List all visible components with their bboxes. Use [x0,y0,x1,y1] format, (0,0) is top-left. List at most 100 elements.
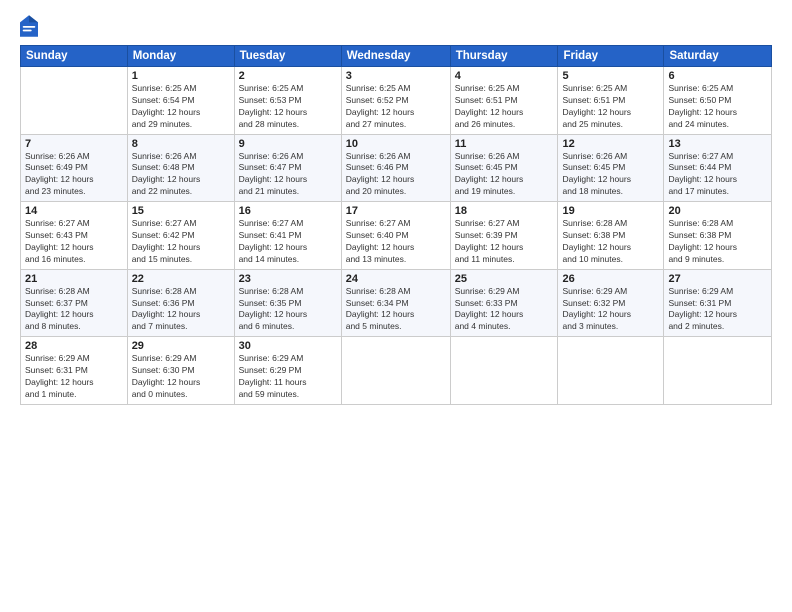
day-info: Sunrise: 6:28 AM Sunset: 6:38 PM Dayligh… [562,218,659,266]
day-number: 26 [562,273,659,285]
weekday-header-row: SundayMondayTuesdayWednesdayThursdayFrid… [21,46,772,67]
day-number: 1 [132,70,230,82]
calendar-cell [558,337,664,405]
calendar-cell: 7Sunrise: 6:26 AM Sunset: 6:49 PM Daylig… [21,134,128,202]
day-number: 29 [132,340,230,352]
logo [20,15,42,37]
weekday-header-monday: Monday [127,46,234,67]
calendar-week-row: 1Sunrise: 6:25 AM Sunset: 6:54 PM Daylig… [21,67,772,135]
calendar-cell: 21Sunrise: 6:28 AM Sunset: 6:37 PM Dayli… [21,269,128,337]
calendar-cell: 13Sunrise: 6:27 AM Sunset: 6:44 PM Dayli… [664,134,772,202]
calendar-cell: 15Sunrise: 6:27 AM Sunset: 6:42 PM Dayli… [127,202,234,270]
calendar-cell: 20Sunrise: 6:28 AM Sunset: 6:38 PM Dayli… [664,202,772,270]
day-info: Sunrise: 6:25 AM Sunset: 6:51 PM Dayligh… [455,83,554,131]
day-info: Sunrise: 6:25 AM Sunset: 6:53 PM Dayligh… [239,83,337,131]
day-info: Sunrise: 6:27 AM Sunset: 6:39 PM Dayligh… [455,218,554,266]
weekday-header-saturday: Saturday [664,46,772,67]
calendar-cell [450,337,558,405]
day-info: Sunrise: 6:27 AM Sunset: 6:41 PM Dayligh… [239,218,337,266]
calendar-cell: 28Sunrise: 6:29 AM Sunset: 6:31 PM Dayli… [21,337,128,405]
calendar-table: SundayMondayTuesdayWednesdayThursdayFrid… [20,45,772,405]
calendar-cell: 2Sunrise: 6:25 AM Sunset: 6:53 PM Daylig… [234,67,341,135]
day-number: 27 [668,273,767,285]
day-number: 16 [239,205,337,217]
day-info: Sunrise: 6:28 AM Sunset: 6:36 PM Dayligh… [132,286,230,334]
calendar-cell [664,337,772,405]
calendar-cell: 19Sunrise: 6:28 AM Sunset: 6:38 PM Dayli… [558,202,664,270]
calendar-week-row: 28Sunrise: 6:29 AM Sunset: 6:31 PM Dayli… [21,337,772,405]
calendar-cell: 6Sunrise: 6:25 AM Sunset: 6:50 PM Daylig… [664,67,772,135]
calendar-page: SundayMondayTuesdayWednesdayThursdayFrid… [0,0,792,612]
calendar-cell: 24Sunrise: 6:28 AM Sunset: 6:34 PM Dayli… [341,269,450,337]
calendar-cell: 18Sunrise: 6:27 AM Sunset: 6:39 PM Dayli… [450,202,558,270]
calendar-cell: 16Sunrise: 6:27 AM Sunset: 6:41 PM Dayli… [234,202,341,270]
day-number: 4 [455,70,554,82]
day-info: Sunrise: 6:27 AM Sunset: 6:44 PM Dayligh… [668,151,767,199]
calendar-cell: 23Sunrise: 6:28 AM Sunset: 6:35 PM Dayli… [234,269,341,337]
day-info: Sunrise: 6:26 AM Sunset: 6:47 PM Dayligh… [239,151,337,199]
page-header [20,15,772,37]
day-number: 19 [562,205,659,217]
calendar-cell [341,337,450,405]
weekday-header-thursday: Thursday [450,46,558,67]
day-info: Sunrise: 6:27 AM Sunset: 6:42 PM Dayligh… [132,218,230,266]
day-number: 6 [668,70,767,82]
day-info: Sunrise: 6:29 AM Sunset: 6:29 PM Dayligh… [239,353,337,401]
calendar-cell: 5Sunrise: 6:25 AM Sunset: 6:51 PM Daylig… [558,67,664,135]
day-info: Sunrise: 6:29 AM Sunset: 6:30 PM Dayligh… [132,353,230,401]
weekday-header-friday: Friday [558,46,664,67]
day-number: 8 [132,138,230,150]
calendar-cell: 9Sunrise: 6:26 AM Sunset: 6:47 PM Daylig… [234,134,341,202]
day-info: Sunrise: 6:26 AM Sunset: 6:49 PM Dayligh… [25,151,123,199]
day-info: Sunrise: 6:26 AM Sunset: 6:45 PM Dayligh… [455,151,554,199]
day-info: Sunrise: 6:25 AM Sunset: 6:52 PM Dayligh… [346,83,446,131]
day-number: 3 [346,70,446,82]
day-number: 11 [455,138,554,150]
day-number: 13 [668,138,767,150]
day-info: Sunrise: 6:29 AM Sunset: 6:32 PM Dayligh… [562,286,659,334]
logo-icon [20,15,38,37]
calendar-cell: 1Sunrise: 6:25 AM Sunset: 6:54 PM Daylig… [127,67,234,135]
day-info: Sunrise: 6:29 AM Sunset: 6:33 PM Dayligh… [455,286,554,334]
day-number: 9 [239,138,337,150]
weekday-header-tuesday: Tuesday [234,46,341,67]
calendar-cell: 3Sunrise: 6:25 AM Sunset: 6:52 PM Daylig… [341,67,450,135]
calendar-cell: 10Sunrise: 6:26 AM Sunset: 6:46 PM Dayli… [341,134,450,202]
day-info: Sunrise: 6:27 AM Sunset: 6:40 PM Dayligh… [346,218,446,266]
day-number: 10 [346,138,446,150]
day-number: 7 [25,138,123,150]
calendar-cell: 8Sunrise: 6:26 AM Sunset: 6:48 PM Daylig… [127,134,234,202]
day-number: 20 [668,205,767,217]
calendar-cell: 22Sunrise: 6:28 AM Sunset: 6:36 PM Dayli… [127,269,234,337]
day-info: Sunrise: 6:26 AM Sunset: 6:46 PM Dayligh… [346,151,446,199]
day-number: 15 [132,205,230,217]
day-number: 23 [239,273,337,285]
day-info: Sunrise: 6:28 AM Sunset: 6:37 PM Dayligh… [25,286,123,334]
weekday-header-wednesday: Wednesday [341,46,450,67]
day-number: 17 [346,205,446,217]
day-number: 24 [346,273,446,285]
weekday-header-sunday: Sunday [21,46,128,67]
day-info: Sunrise: 6:28 AM Sunset: 6:38 PM Dayligh… [668,218,767,266]
day-info: Sunrise: 6:28 AM Sunset: 6:35 PM Dayligh… [239,286,337,334]
calendar-cell: 25Sunrise: 6:29 AM Sunset: 6:33 PM Dayli… [450,269,558,337]
day-number: 2 [239,70,337,82]
day-number: 12 [562,138,659,150]
calendar-cell: 11Sunrise: 6:26 AM Sunset: 6:45 PM Dayli… [450,134,558,202]
day-info: Sunrise: 6:29 AM Sunset: 6:31 PM Dayligh… [668,286,767,334]
day-number: 22 [132,273,230,285]
calendar-cell [21,67,128,135]
day-number: 21 [25,273,123,285]
day-number: 30 [239,340,337,352]
day-info: Sunrise: 6:26 AM Sunset: 6:48 PM Dayligh… [132,151,230,199]
day-info: Sunrise: 6:25 AM Sunset: 6:50 PM Dayligh… [668,83,767,131]
day-info: Sunrise: 6:29 AM Sunset: 6:31 PM Dayligh… [25,353,123,401]
day-number: 5 [562,70,659,82]
calendar-cell: 26Sunrise: 6:29 AM Sunset: 6:32 PM Dayli… [558,269,664,337]
day-info: Sunrise: 6:27 AM Sunset: 6:43 PM Dayligh… [25,218,123,266]
calendar-cell: 14Sunrise: 6:27 AM Sunset: 6:43 PM Dayli… [21,202,128,270]
calendar-cell: 30Sunrise: 6:29 AM Sunset: 6:29 PM Dayli… [234,337,341,405]
day-info: Sunrise: 6:28 AM Sunset: 6:34 PM Dayligh… [346,286,446,334]
calendar-cell: 29Sunrise: 6:29 AM Sunset: 6:30 PM Dayli… [127,337,234,405]
calendar-week-row: 14Sunrise: 6:27 AM Sunset: 6:43 PM Dayli… [21,202,772,270]
